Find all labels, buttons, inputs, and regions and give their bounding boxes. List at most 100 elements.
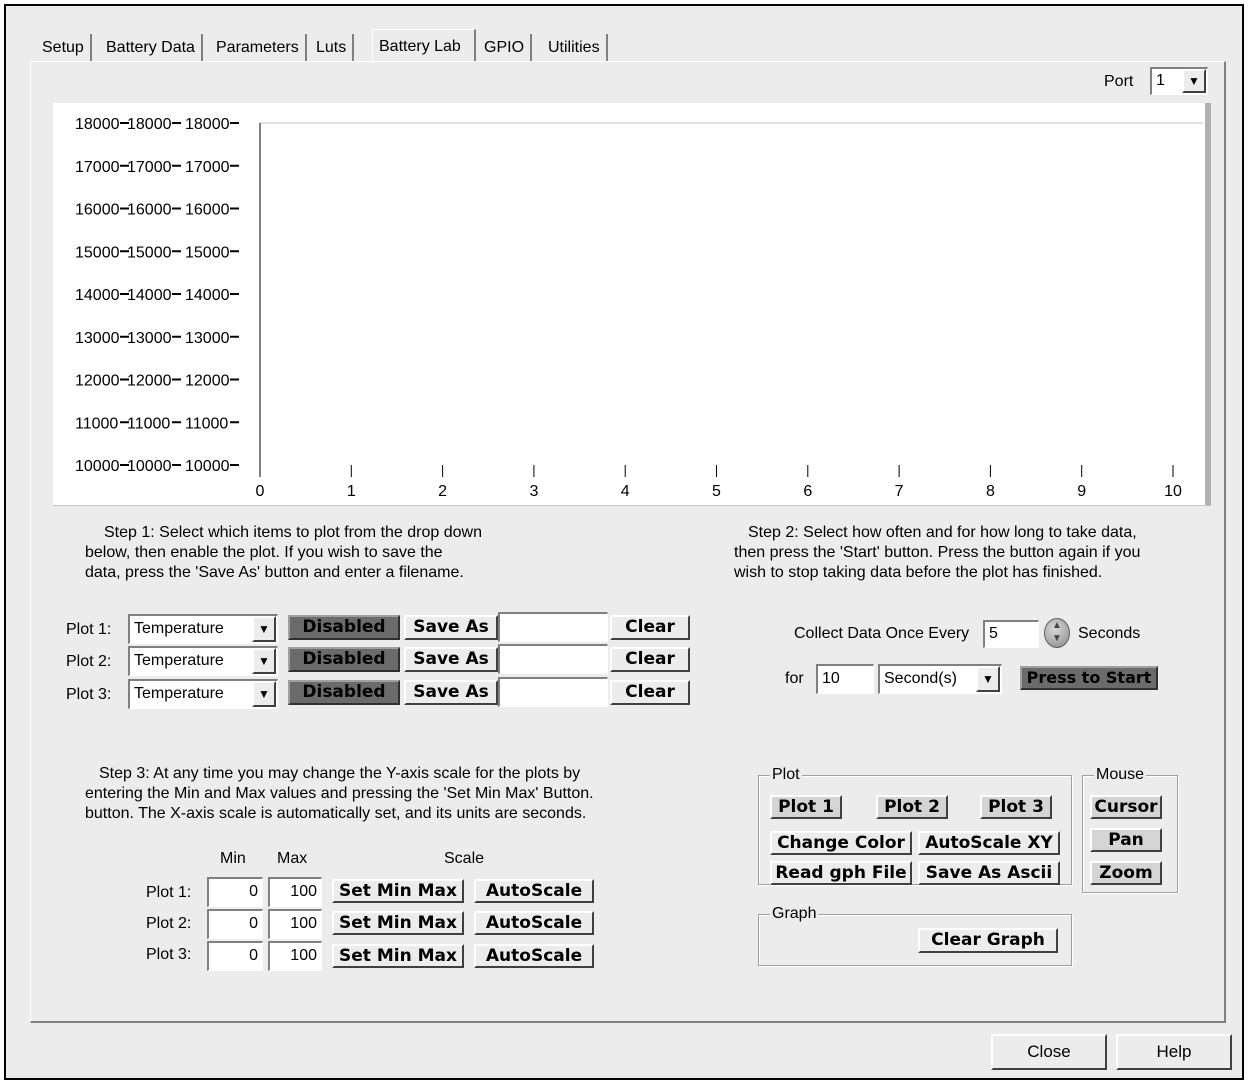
tab-luts[interactable]: Luts (310, 34, 355, 61)
tab-setup[interactable]: Setup (36, 34, 92, 61)
max-input[interactable]: 100 (268, 941, 322, 971)
chevron-down-icon[interactable]: ▼ (252, 616, 276, 642)
min-input[interactable]: 0 (207, 877, 263, 907)
tab-utilities[interactable]: Utilities (542, 34, 608, 61)
x-tick-label: 1 (347, 483, 356, 500)
plot1-button[interactable]: Plot 1 (770, 795, 842, 819)
x-tick-label: 7 (895, 483, 904, 500)
duration-input[interactable]: 10 (816, 664, 874, 694)
scale-header: Scale (444, 850, 485, 867)
battery-chart[interactable]: 10000 10000 10000 11000 11000 11000 12000 12000… (53, 103, 1205, 503)
plot-row-label: Plot 1: (66, 621, 112, 638)
filename-input[interactable] (498, 644, 608, 674)
plot-row-label: Plot 3: (66, 686, 112, 703)
spinner-icon[interactable]: ▲ ▼ (1044, 618, 1070, 648)
y-tick-label: 11000 (127, 415, 170, 432)
save-as-button[interactable]: Save As (404, 647, 498, 672)
set-min-max-button[interactable]: Set Min Max (332, 879, 464, 903)
zoom-button[interactable]: Zoom (1090, 861, 1162, 885)
y-tick-label: 12000 (185, 373, 230, 390)
plot-enable-button[interactable]: Disabled (288, 615, 400, 640)
x-tick-label: 0 (256, 483, 265, 500)
y-tick-label: 14000 (75, 287, 120, 304)
filename-input[interactable] (498, 677, 608, 707)
plot-enable-button[interactable]: Disabled (288, 680, 400, 705)
y-tick-label: 14000 (127, 287, 172, 304)
collect-label: Collect Data Once Every (794, 625, 970, 642)
y-tick-label: 13000 (185, 330, 230, 347)
plot-row-label: Plot 2: (66, 653, 112, 670)
x-tick-label: 5 (712, 483, 721, 500)
read-gph-file-button[interactable]: Read gph File (770, 861, 912, 885)
chevron-down-icon[interactable]: ▼ (1182, 69, 1206, 93)
step2-text-line2: then press the 'Start' button. Press the… (734, 544, 1141, 561)
plot-enable-button[interactable]: Disabled (288, 647, 400, 672)
step2-text-line3: wish to stop taking data before the plot… (734, 564, 1103, 581)
y-tick-label: 15000 (75, 244, 120, 261)
port-value: 1 (1156, 72, 1165, 89)
y-tick-label: 11000 (75, 415, 118, 432)
step1-text-line1: Step 1: Select which items to plot from … (104, 524, 482, 541)
y-tick-label: 13000 (75, 330, 120, 347)
x-tick-label: 3 (529, 483, 538, 500)
step3-text-line2: entering the Min and Max values and pres… (85, 785, 594, 802)
min-input[interactable]: 0 (207, 941, 263, 971)
y-tick-label: 10000 (127, 458, 172, 475)
clear-button[interactable]: Clear (610, 647, 690, 672)
tab-battery-data[interactable]: Battery Data (100, 34, 203, 61)
pan-button[interactable]: Pan (1090, 828, 1162, 852)
filename-input[interactable] (498, 612, 608, 642)
save-as-button[interactable]: Save As (404, 615, 498, 640)
y-tick-label: 10000 (75, 458, 120, 475)
x-tick-label: 6 (803, 483, 812, 500)
x-tick-label: 4 (621, 483, 630, 500)
chevron-down-icon[interactable]: ▼ (252, 681, 276, 707)
plot2-button[interactable]: Plot 2 (876, 795, 948, 819)
y-tick-label: 12000 (75, 373, 120, 390)
plot3-button[interactable]: Plot 3 (980, 795, 1052, 819)
close-button[interactable]: Close (991, 1034, 1107, 1070)
scale-row-label: Plot 1: (146, 884, 192, 901)
duration-unit-value: Second(s) (884, 670, 957, 687)
x-tick-label: 10 (1164, 483, 1182, 500)
plot-item-value: Temperature (134, 685, 224, 702)
autoscale-button[interactable]: AutoScale (474, 879, 594, 903)
y-tick-label: 13000 (127, 330, 172, 347)
interval-input[interactable]: 5 (983, 620, 1039, 648)
max-header: Max (277, 850, 308, 867)
clear-graph-button[interactable]: Clear Graph (918, 928, 1058, 953)
clear-button[interactable]: Clear (610, 615, 690, 640)
y-tick-label: 11000 (185, 415, 228, 432)
y-tick-label: 15000 (185, 244, 230, 261)
min-input[interactable]: 0 (207, 909, 263, 939)
scale-row-label: Plot 3: (146, 946, 192, 963)
change-color-button[interactable]: Change Color (770, 831, 912, 855)
step1-text-line2: below, then enable the plot. If you wish… (85, 544, 443, 561)
start-button[interactable]: Press to Start (1020, 666, 1158, 690)
tab-parameters[interactable]: Parameters (210, 34, 307, 61)
interval-unit-label: Seconds (1078, 625, 1141, 642)
tab-battery-lab[interactable]: Battery Lab (372, 29, 476, 62)
save-as-ascii-button[interactable]: Save As Ascii (918, 861, 1060, 885)
clear-button[interactable]: Clear (610, 680, 690, 705)
autoscale-button[interactable]: AutoScale (474, 911, 594, 935)
set-min-max-button[interactable]: Set Min Max (332, 911, 464, 935)
chevron-down-icon[interactable]: ▼ (976, 666, 1000, 692)
max-input[interactable]: 100 (268, 877, 322, 907)
y-tick-label: 15000 (127, 244, 172, 261)
x-tick-label: 2 (438, 483, 447, 500)
y-tick-label: 16000 (75, 202, 120, 219)
save-as-button[interactable]: Save As (404, 680, 498, 705)
autoscale-button[interactable]: AutoScale (474, 944, 594, 968)
tab-gpio[interactable]: GPIO (478, 34, 533, 61)
chevron-down-icon[interactable]: ▼ (252, 648, 276, 674)
help-button[interactable]: Help (1116, 1034, 1232, 1070)
graph-group-label: Graph (770, 905, 819, 923)
y-tick-label: 18000 (185, 116, 230, 133)
autoscale-xy-button[interactable]: AutoScale XY (918, 831, 1060, 855)
set-min-max-button[interactable]: Set Min Max (332, 944, 464, 968)
max-input[interactable]: 100 (268, 909, 322, 939)
y-tick-label: 18000 (127, 116, 172, 133)
y-tick-label: 17000 (75, 159, 120, 176)
cursor-button[interactable]: Cursor (1090, 795, 1162, 819)
